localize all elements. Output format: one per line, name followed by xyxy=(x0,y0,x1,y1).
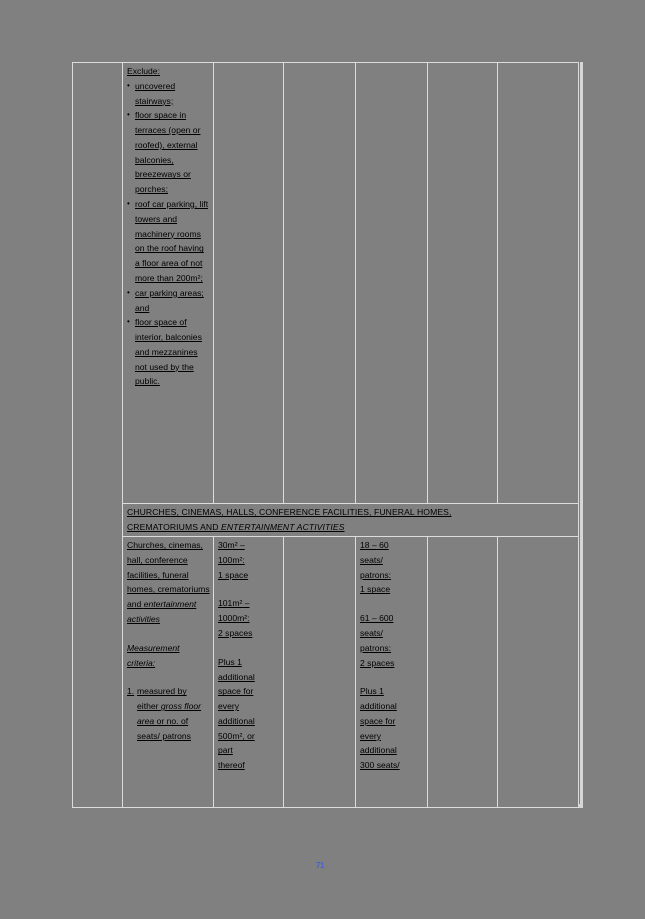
list-item-text: roof car parking, lift towers and machin… xyxy=(135,199,209,283)
list-item: • floor space in terraces (open or roofe… xyxy=(127,108,210,197)
cell-empty xyxy=(427,536,498,809)
cell-gfa-requirements: 30m² – 100m²: 1 space 101m² – 1000m²: 2 … xyxy=(213,536,284,809)
document-page: Exclude: • uncovered stairways; • floor … xyxy=(72,61,580,809)
gfa-band-2-line-2: 1000m²: xyxy=(218,613,250,624)
list-item-text: floor space of interior, balconies and m… xyxy=(135,317,202,387)
bullet-icon: • xyxy=(127,80,130,90)
page-number-label: 71 xyxy=(316,861,324,870)
exclude-bullet-list: • uncovered stairways; • floor space in … xyxy=(127,79,210,389)
seats-band-3-line-2: additional xyxy=(360,701,397,712)
table-row: Churches, cinemas, hall, conference faci… xyxy=(73,536,579,809)
seats-band-1-line-1: 18 – 60 xyxy=(360,540,389,551)
gfa-band-3-line-3: space for xyxy=(218,686,254,697)
gfa-band-3-line-7: part xyxy=(218,745,233,756)
list-item: • uncovered stairways; xyxy=(127,79,210,109)
section-heading-line-2-italic: ENTERTAINMENT ACTIVITIES xyxy=(221,522,345,533)
seats-band-2-line-1: 61 – 600 xyxy=(360,613,394,624)
cell-empty xyxy=(427,62,498,504)
list-item: 1. measured by either gross floor area or… xyxy=(127,684,210,743)
cell-empty xyxy=(497,62,579,504)
bullet-icon: • xyxy=(127,287,130,297)
list-item-text: uncovered stairways; xyxy=(135,80,176,106)
cell-use-description: Churches, cinemas, hall, conference faci… xyxy=(122,536,214,809)
use-title: Churches, cinemas, hall, conference faci… xyxy=(127,538,210,627)
gfa-band-1-line-2: 100m²: xyxy=(218,554,245,565)
list-item-text: car parking areas; and xyxy=(135,287,204,313)
section-heading-line-1: CHURCHES, CINEMAS, HALLS, CONFERENCE FAC… xyxy=(127,507,452,517)
section-heading-line-2-normal: CREMATORIUMS AND xyxy=(127,522,222,533)
list-item-number: 1. xyxy=(127,686,135,697)
exclude-lead-in: Exclude: xyxy=(127,66,160,76)
list-item-text: floor space in terraces (open or roofed)… xyxy=(135,110,201,195)
table-row: Exclude: • uncovered stairways; • floor … xyxy=(72,61,579,809)
cell-empty xyxy=(213,62,284,504)
measurement-criteria-list: 1. measured by either gross floor area or… xyxy=(127,684,210,743)
parking-requirements-table: Exclude: • uncovered stairways; • floor … xyxy=(72,61,579,809)
gfa-band-3-line-8: thereof xyxy=(218,760,245,771)
cell-exclude-list: Exclude: • uncovered stairways; • floor … xyxy=(122,62,214,504)
gfa-band-3-line-4: every xyxy=(218,701,240,712)
gfa-band-3-line-5: additional xyxy=(218,715,255,726)
seats-band-2-line-2: seats/ xyxy=(360,627,383,638)
table-row-section-heading: CHURCHES, CINEMAS, HALLS, CONFERENCE FAC… xyxy=(73,502,579,538)
seats-band-3-line-4: every xyxy=(360,730,382,741)
bullet-icon: • xyxy=(127,317,130,327)
gfa-band-1-line-3: 1 space xyxy=(218,569,249,580)
list-item: • roof car parking, lift towers and mach… xyxy=(127,197,210,286)
gfa-band-3-line-6: 500m², or xyxy=(218,730,255,741)
gfa-band-3-line-1: Plus 1 xyxy=(218,656,242,667)
seats-band-1-line-4: 1 space xyxy=(360,584,391,595)
gfa-band-1-line-1: 30m² – xyxy=(218,540,245,551)
cell-empty xyxy=(283,536,356,809)
seats-band-3-line-3: space for xyxy=(360,715,396,726)
seats-band-1-line-3: patrons: xyxy=(360,569,392,580)
gfa-band-3-line-2: additional xyxy=(218,671,255,682)
margin-column xyxy=(72,61,123,809)
gfa-band-2-line-1: 101m² – xyxy=(218,598,250,609)
cell-empty xyxy=(497,536,579,809)
seats-band-2-line-3: patrons: xyxy=(360,642,392,653)
gfa-band-2-line-3: 2 spaces xyxy=(218,627,253,638)
cell-section-heading: CHURCHES, CINEMAS, HALLS, CONFERENCE FAC… xyxy=(122,502,579,538)
list-item: • floor space of interior, balconies and… xyxy=(127,315,210,389)
bullet-icon: • xyxy=(127,199,130,209)
cell-seats-requirements: 18 – 60 seats/ patrons: 1 space 61 – 600… xyxy=(355,536,428,809)
seats-band-1-line-2: seats/ xyxy=(360,554,383,565)
bullet-icon: • xyxy=(127,110,130,120)
seats-band-3-line-6: 300 seats/ xyxy=(360,760,400,771)
measurement-criteria-heading: Measurement criteria: xyxy=(127,642,180,668)
cell-empty xyxy=(355,62,428,504)
document-viewer: Exclude: • uncovered stairways; • floor … xyxy=(0,0,645,919)
section-heading-line-2: CREMATORIUMS AND ENTERTAINMENT ACTIVITIE… xyxy=(127,520,575,535)
seats-band-3-line-1: Plus 1 xyxy=(360,686,384,697)
cell-empty xyxy=(283,62,356,504)
seats-band-3-line-5: additional xyxy=(360,745,397,756)
list-item: • car parking areas; and xyxy=(127,286,210,316)
seats-band-2-line-4: 2 spaces xyxy=(360,657,395,668)
